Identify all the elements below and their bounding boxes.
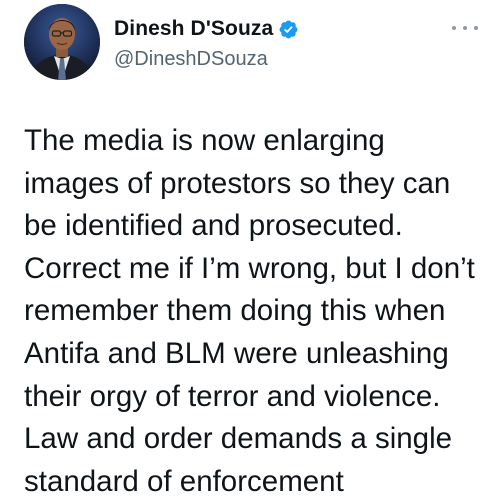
- profile-photo-icon: [24, 4, 100, 80]
- tweet-text-line: The media is now enlarging: [24, 124, 385, 157]
- author-handle[interactable]: @DineshDSouza: [114, 48, 434, 71]
- author-name-row: Dinesh D'Souza: [114, 16, 434, 42]
- tweet-text-line: Law and order demands a single: [24, 422, 453, 456]
- tweet-text-line: Antifa and BLM were unleashing: [24, 336, 449, 370]
- ellipsis-icon: [463, 26, 467, 30]
- tweet-text: The media is now enlarging images of pro…: [24, 120, 486, 503]
- tweet-text-line: standard of enforcement: [24, 464, 344, 498]
- tweet-card: Dinesh D'Souza @DineshDSouza The media i…: [0, 0, 497, 500]
- tweet-text-line: Correct me if I’m wrong, but I don’t: [24, 251, 475, 285]
- tweet-header: Dinesh D'Souza @DineshDSouza: [114, 16, 434, 71]
- ellipsis-icon: [452, 26, 456, 30]
- verified-badge-icon: [278, 19, 299, 40]
- author-display-name[interactable]: Dinesh D'Souza: [114, 17, 273, 41]
- tweet-text-line: images of protestors so they can: [24, 166, 451, 200]
- tweet-text-line: remember them doing this when: [24, 294, 446, 328]
- tweet-text-line: be identified and prosecuted.: [24, 209, 403, 243]
- more-options-button[interactable]: [452, 20, 478, 36]
- author-avatar[interactable]: [24, 4, 100, 80]
- tweet-text-line: their orgy of terror and violence.: [24, 379, 441, 413]
- ellipsis-icon: [474, 26, 478, 30]
